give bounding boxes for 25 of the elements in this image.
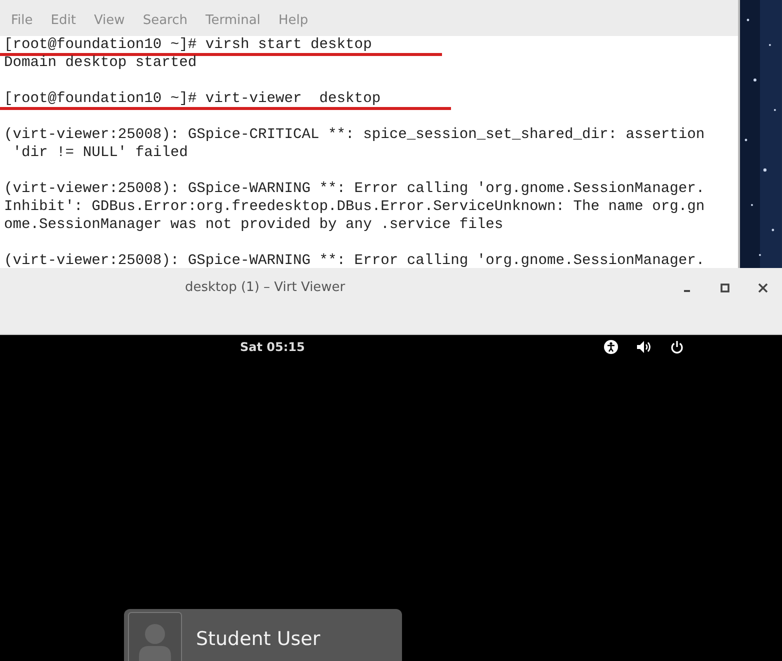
menu-item[interactable]: Terminal <box>205 12 260 28</box>
close-icon[interactable] <box>758 283 768 293</box>
terminal-line: (virt-viewer:25008): GSpice-CRITICAL **: spice_session_set_shared_dir: assertion <box>4 126 705 144</box>
user-name: Student User <box>196 628 320 650</box>
terminal-line: 'dir != NULL' failed <box>12 144 188 162</box>
user-avatar-icon <box>128 612 182 661</box>
window-title: desktop (1) – Virt Viewer <box>185 280 346 295</box>
accessibility-icon[interactable] <box>604 340 618 354</box>
terminal-command: [root@foundation10 ~]# virsh start desktop <box>0 38 442 56</box>
menu-item[interactable]: Search <box>142 12 188 28</box>
terminal-line: (virt-viewer:25008): GSpice-WARNING **: Error calling 'org.gnome.SessionManager. <box>4 180 705 198</box>
terminal-line: (virt-viewer:25008): GSpice-WARNING **: Error calling 'org.gnome.SessionManager. <box>4 252 705 268</box>
menu-item[interactable]: File <box>11 12 33 28</box>
volume-icon[interactable] <box>636 340 652 354</box>
menu-item[interactable]: View <box>94 12 125 28</box>
user-card[interactable]: Student User <box>124 609 402 661</box>
power-icon[interactable] <box>670 340 684 354</box>
maximize-icon[interactable] <box>720 283 730 293</box>
menu-item[interactable]: Help <box>278 12 308 28</box>
clock[interactable]: Sat 05:15 <box>240 340 305 354</box>
menu-item[interactable]: Edit <box>50 12 76 28</box>
terminal-line: ome.SessionManager was not provided by any .service files <box>4 216 504 234</box>
terminal-command: [root@foundation10 ~]# virt-viewer desktop <box>0 92 451 110</box>
terminal-line: Inhibit': GDBus.Error:org.freedesktop.DBus.Error.ServiceUnknown: The name org.gn <box>4 198 705 216</box>
terminal-line: Domain desktop started <box>4 54 197 72</box>
